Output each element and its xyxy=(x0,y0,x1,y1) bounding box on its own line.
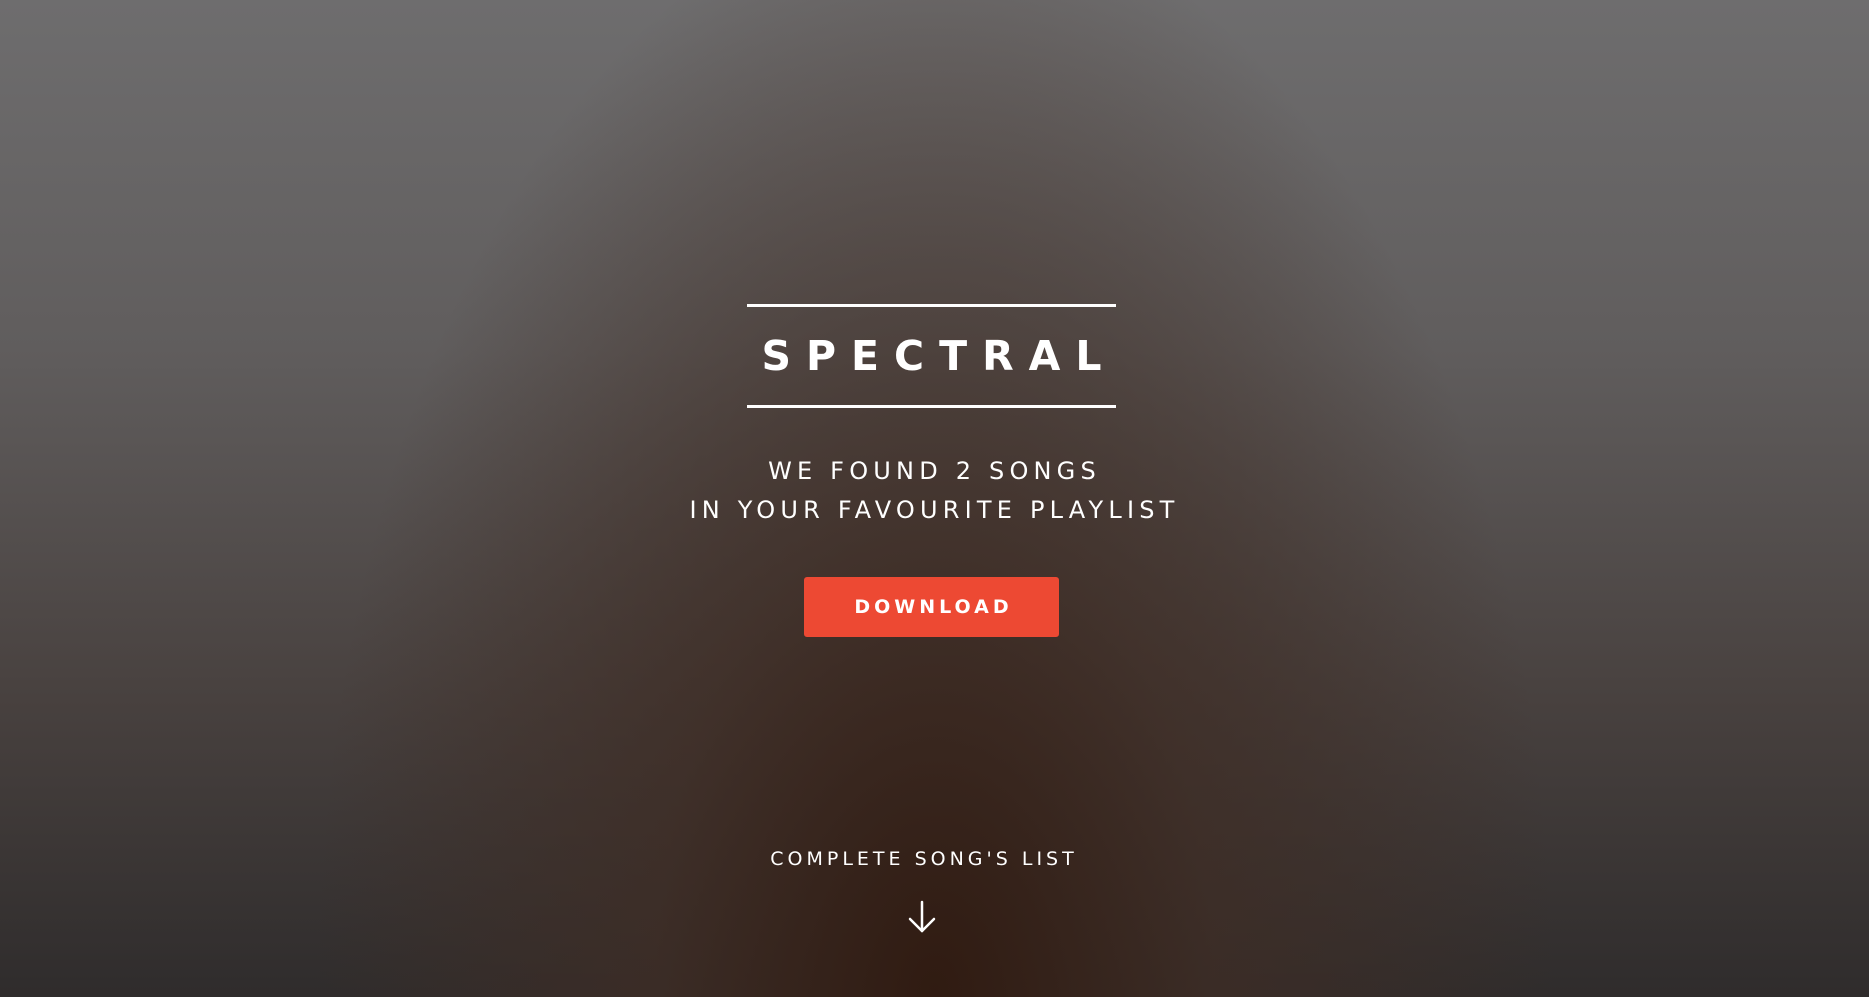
download-button-label: DOWNLOAD xyxy=(854,595,1013,618)
song-list-link[interactable]: COMPLETE SONG'S LIST xyxy=(722,850,1122,950)
song-list-link-label: COMPLETE SONG'S LIST xyxy=(770,848,1078,870)
arrow-down-icon xyxy=(908,900,936,933)
logo-text: SPECTRAL xyxy=(761,331,1117,380)
tagline-line-1: WE FOUND 2 SONGS xyxy=(768,457,1101,485)
site-logo: SPECTRAL xyxy=(747,304,1116,408)
tagline-line-2: IN YOUR FAVOURITE PLAYLIST xyxy=(689,496,1180,524)
download-button[interactable]: DOWNLOAD xyxy=(804,577,1059,637)
banner: SPECTRAL WE FOUND 2 SONGS IN YOUR FAVOUR… xyxy=(0,0,1869,997)
